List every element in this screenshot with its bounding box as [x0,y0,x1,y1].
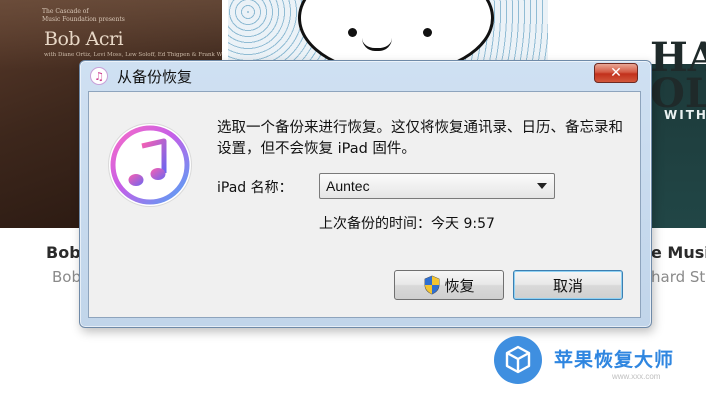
uac-shield-icon [425,275,440,295]
album-title-left[interactable]: Bob [46,243,81,262]
cancel-button-label: 取消 [552,276,583,295]
close-icon: ✕ [610,65,622,81]
restore-button-label: 恢复 [444,276,475,295]
cube-logo-graphic [505,345,531,374]
dialog-message: 选取一个备份来进行恢复。这仅将恢复通讯录、日历、备忘录和设置，但不会恢复 iPa… [217,120,623,157]
watermark: 苹果恢复大师 www.xxx.com [494,336,700,392]
screen: The Cascade of Music Foundation presents… [0,0,706,400]
ipad-name-select[interactable]: Auntec [319,173,555,199]
album-artist-name: Bob Acri [44,28,124,50]
album-credit-text: The Cascade of Music Foundation presents [42,8,125,23]
last-backup-time: 上次备份的时间：今天 9:57 [319,216,495,232]
album-right-with: WITH [664,108,706,122]
album-subtitle: with Diane Ortiz, Levi Moss, Lew Soloff,… [44,52,222,58]
album-subtitle-right[interactable]: hard Sto [651,268,706,286]
watermark-text: 苹果恢复大师 [554,349,675,371]
cube-logo-icon [494,336,542,384]
cartoon-eye-right [423,28,432,37]
ipad-name-label: iPad 名称： [217,180,293,196]
dialog-title: 从备份恢复 [117,68,193,86]
itunes-small-icon: ♫ [90,67,108,85]
watermark-url: www.xxx.com [612,372,661,381]
album-right-line-2: OLT [650,70,706,117]
chevron-down-icon [537,183,547,189]
album-subtitle-left[interactable]: Bob [52,268,81,286]
ipad-name-value: Auntec [326,178,370,194]
itunes-icon-graphic [110,125,190,205]
cartoon-eye-left [348,28,357,37]
album-right-big-text: HAR OLT [650,38,706,117]
album-title-right[interactable]: e Music [651,243,706,262]
close-button[interactable]: ✕ [594,63,638,83]
dialog-body: 选取一个备份来进行恢复。这仅将恢复通讯录、日历、备忘录和设置，但不会恢复 iPa… [88,91,641,318]
restore-button[interactable]: 恢复 [394,270,504,300]
restore-from-backup-dialog: ♫ 从备份恢复 ✕ 选取一个备份来进行恢复。这仅将恢复通讯录、日历、备忘录和设置… [79,60,652,328]
dialog-titlebar[interactable]: ♫ 从备份恢复 ✕ [80,61,651,91]
itunes-icon [109,124,191,206]
cancel-button[interactable]: 取消 [513,270,623,300]
